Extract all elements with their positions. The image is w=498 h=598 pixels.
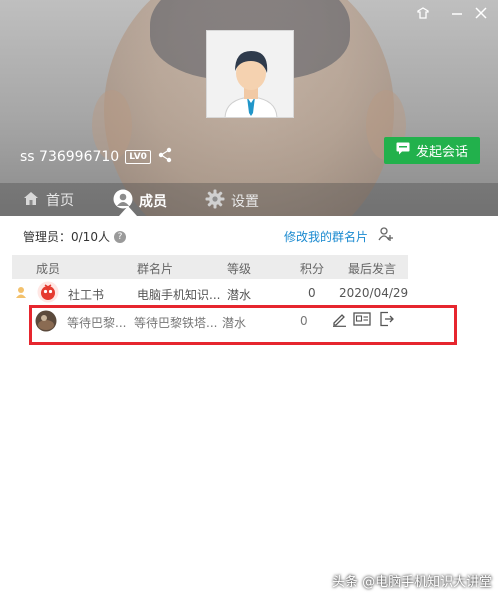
start-chat-label: 发起会话 [415,145,468,160]
table-row[interactable]: 社工书 电脑手机知识... 潜水 0 2020/04/29 [12,280,408,306]
admin-count: 管理员：0/10人 ? [23,228,126,245]
tab-bar: 首页 成员 设置 [0,183,498,216]
column-last-speak[interactable]: 最后发言 [348,260,396,277]
column-member[interactable]: 成员 [36,260,60,277]
help-icon[interactable]: ? [113,230,126,243]
tab-settings[interactable]: 设置 [205,189,259,213]
tab-settings-label: 设置 [231,194,259,210]
owner-icon [14,285,28,302]
admin-count-label: 管理员：0/10人 [23,230,110,244]
profile-card-icon[interactable] [353,311,371,331]
column-points[interactable]: 积分 [300,260,324,277]
member-name: 社工书 [68,288,105,302]
home-icon [22,189,40,211]
edit-icon[interactable] [331,311,347,331]
level-badge: LV0 [125,150,151,164]
share-icon[interactable] [157,147,173,167]
group-avatar[interactable] [206,30,294,118]
start-chat-button[interactable]: 发起会话 [384,137,480,164]
member-points: 0 [308,286,316,300]
member-last-speak: 2020/04/29 [339,286,409,300]
avatar [37,281,59,306]
minimize-icon[interactable] [446,6,468,26]
column-level[interactable]: 等级 [227,260,251,277]
tab-home-label: 首页 [46,193,74,209]
watermark: 头条 @电脑手机知识大讲堂 [332,575,493,590]
remove-member-icon[interactable] [379,311,395,331]
member-level: 潜水 [227,288,252,302]
active-tab-indicator [119,206,137,216]
member-card: 电脑手机知识... [137,288,221,302]
skin-icon[interactable] [412,6,434,26]
add-user-icon[interactable] [378,226,394,246]
tab-home[interactable]: 首页 [22,189,74,211]
chat-bubble-icon [396,142,410,159]
edit-group-card-link[interactable]: 修改我的群名片 [284,228,368,245]
member-table-header: 成员 群名片 等级 积分 最后发言 [12,255,408,279]
close-icon[interactable] [470,6,492,26]
tab-members-label: 成员 [139,194,167,210]
gear-icon [205,189,225,213]
group-header: ss 736996710 LV0 发起会话 首页 成员 设置 [0,0,498,216]
column-group-card[interactable]: 群名片 [137,260,173,277]
username-label: ss 736996710 [20,149,120,165]
user-info: ss 736996710 LV0 [20,147,173,167]
